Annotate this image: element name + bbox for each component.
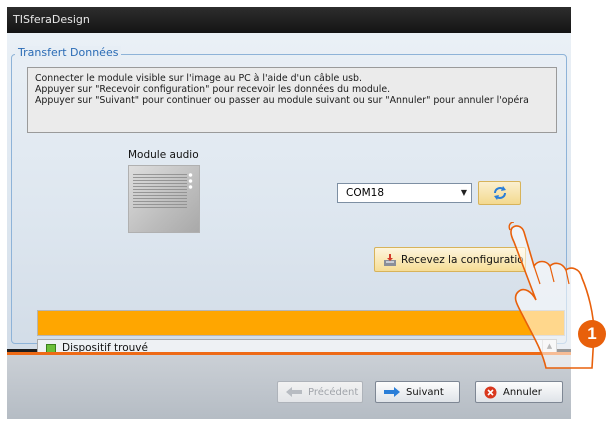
cancel-icon: [484, 386, 497, 399]
step-callout-badge: 1: [578, 320, 606, 348]
receive-configuration-button[interactable]: Recevez la configuratio: [374, 247, 526, 272]
next-label: Suivant: [406, 386, 444, 398]
progress-fill: [38, 311, 564, 335]
com-port-value: COM18: [346, 187, 385, 199]
previous-button[interactable]: Précédent: [277, 381, 363, 403]
window-title: TISferaDesign: [7, 7, 571, 33]
receive-configuration-label: Recevez la configuratio: [401, 253, 524, 266]
group-legend: Transfert Données: [15, 46, 122, 59]
com-port-select[interactable]: COM18 ▼: [337, 183, 472, 203]
client-area: Transfert Données Connecter le module vi…: [7, 33, 571, 369]
refresh-icon: [493, 186, 506, 200]
speaker-grille: [133, 172, 187, 208]
cancel-label: Annuler: [503, 386, 542, 398]
previous-label: Précédent: [308, 386, 359, 398]
arrow-right-icon: [384, 387, 400, 397]
chevron-down-icon[interactable]: ▼: [461, 184, 467, 202]
button-bar: Précédent Suivant Annuler: [7, 355, 571, 419]
instruction-line: Connecter le module visible sur l'image …: [35, 73, 362, 84]
refresh-button[interactable]: [478, 181, 521, 205]
cancel-button[interactable]: Annuler: [475, 381, 563, 403]
instruction-line: Appuyer sur "Recevoir configuration" pou…: [35, 84, 391, 95]
led-indicators: [188, 172, 193, 190]
pointing-hand-icon: [508, 222, 595, 369]
download-device-icon: [383, 253, 397, 267]
instruction-line: Appuyer sur "Suivant" pour continuer ou …: [35, 95, 529, 106]
main-window: TISferaDesign Transfert Données Connecte…: [7, 7, 571, 419]
transfer-progress-bar: [37, 310, 565, 336]
arrow-left-icon: [286, 387, 302, 397]
instructions-box: Connecter le module visible sur l'image …: [27, 67, 557, 133]
next-button[interactable]: Suivant: [375, 381, 460, 403]
audio-module-image: [128, 165, 200, 233]
module-label: Module audio: [128, 149, 199, 161]
